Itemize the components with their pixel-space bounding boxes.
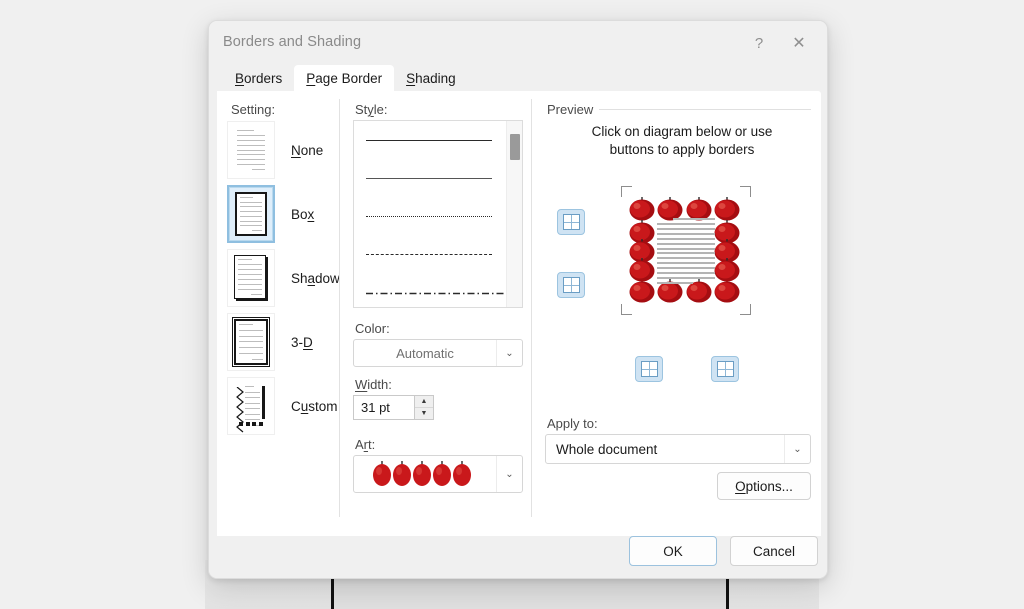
preview-hint-line2: buttons to apply borders [609, 142, 755, 157]
dialog-title: Borders and Shading [223, 34, 362, 50]
setting-option-none-label: None [291, 142, 324, 158]
art-label: Art: [355, 437, 376, 452]
setting-option-custom-label: Custom [291, 398, 338, 414]
preview-hint-line1: Click on diagram below or use [591, 124, 773, 139]
preview-diagram[interactable] [607, 173, 765, 328]
borders-and-shading-dialog: Borders and Shading ? ✕ Borders Page Bor… [208, 20, 828, 579]
setting-thumb-shadow [227, 249, 275, 307]
tab-page-border[interactable]: Page Border [294, 65, 395, 91]
border-grid-icon [716, 361, 734, 377]
art-dropdown[interactable]: ⌄ [353, 455, 523, 493]
art-preview-apples [354, 456, 496, 492]
tab-shading[interactable]: Shading [394, 65, 468, 91]
color-label: Color: [355, 321, 390, 336]
color-dropdown[interactable]: Automatic ⌄ [353, 339, 523, 367]
preview-diagram-inner [607, 173, 765, 328]
style-list[interactable] [353, 120, 523, 308]
preview-button-bottom-border[interactable] [635, 356, 663, 382]
setting-thumb-box [227, 185, 275, 243]
width-label: Width: [355, 377, 392, 392]
preview-label: Preview [547, 102, 594, 117]
style-option-dashed[interactable] [364, 243, 496, 281]
options-button[interactable]: Options... [717, 472, 811, 500]
apple-row-icon [373, 461, 471, 486]
tab-shading-accel: S [406, 70, 416, 86]
style-option-dash-dot[interactable] [364, 281, 514, 307]
page-border-panel: Setting: None Box Shadow 3-D Custom Styl… [217, 91, 821, 538]
style-list-scrollbar[interactable] [506, 121, 522, 307]
ok-button[interactable]: OK [629, 536, 717, 566]
preview-button-right-border[interactable] [711, 356, 739, 382]
style-list-items [354, 121, 514, 307]
width-stepper-down-icon[interactable]: ▼ [415, 408, 433, 419]
setting-option-box-label: Box [291, 206, 315, 222]
help-icon[interactable]: ? [739, 21, 779, 65]
tab-borders-label: orders [244, 70, 283, 86]
border-grid-icon [640, 361, 658, 377]
apply-to-dropdown[interactable]: Whole document ⌄ [545, 434, 811, 464]
color-value: Automatic [396, 345, 454, 361]
setting-thumb-3d [227, 313, 275, 371]
dialog-footer: OK Cancel [209, 536, 827, 578]
preview-button-left-border[interactable] [557, 272, 585, 298]
setting-thumb-custom [227, 377, 275, 435]
border-grid-icon [562, 214, 580, 230]
close-icon[interactable]: ✕ [779, 21, 819, 65]
art-chevron-down-icon[interactable]: ⌄ [496, 456, 522, 492]
setting-option-shadow-label: Shadow [291, 270, 340, 286]
preview-hint: Click on diagram below or use buttons to… [557, 123, 807, 159]
apply-to-value: Whole document [556, 441, 658, 457]
tab-strip: Borders Page Border Shading [209, 65, 827, 91]
width-stepper[interactable]: ▲ ▼ [414, 395, 434, 420]
style-option-dotted[interactable] [364, 205, 496, 243]
preview-text-lines [657, 218, 715, 284]
setting-thumb-none [227, 121, 275, 179]
tab-borders[interactable]: Borders [223, 65, 294, 91]
dialog-titlebar: Borders and Shading ? ✕ [209, 21, 827, 65]
custom-zigzag-icon [236, 386, 244, 433]
tab-page-border-accel: P [306, 70, 316, 86]
tab-borders-accel: B [235, 70, 245, 86]
setting-label: Setting: [231, 102, 276, 117]
style-option-solid-thick[interactable] [364, 129, 496, 167]
apply-to-chevron-down-icon[interactable]: ⌄ [784, 435, 810, 463]
chevron-down-icon[interactable]: ⌄ [496, 340, 522, 366]
tab-page-border-label: age Border [315, 70, 383, 86]
width-stepper-up-icon[interactable]: ▲ [415, 396, 433, 408]
style-option-solid-thin[interactable] [364, 167, 496, 205]
preview-button-top-border[interactable] [557, 209, 585, 235]
cancel-button[interactable]: Cancel [730, 536, 818, 566]
divider-style-preview [531, 99, 532, 517]
apply-to-label: Apply to: [547, 416, 598, 431]
tab-shading-label: hading [415, 70, 456, 86]
preview-rule [599, 109, 811, 110]
style-scrollbar-thumb[interactable] [510, 134, 520, 160]
border-grid-icon [562, 277, 580, 293]
style-label: Style: [355, 102, 388, 117]
setting-option-3d-label: 3-D [291, 334, 313, 350]
divider-setting-style [339, 99, 340, 517]
